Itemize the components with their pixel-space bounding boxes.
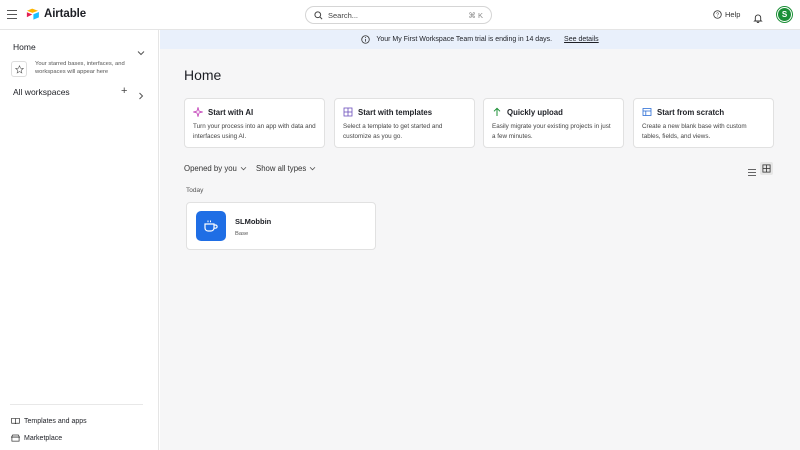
top-bar: Airtable Search... ⌘ K ? Help S <box>0 0 800 30</box>
chevron-right-icon[interactable] <box>138 87 144 105</box>
info-icon <box>361 35 370 44</box>
base-icon <box>196 211 226 241</box>
base-card[interactable]: SLMobbin Base <box>186 202 376 250</box>
book-icon <box>11 417 20 425</box>
sparkle-icon <box>193 107 203 117</box>
airtable-logo[interactable]: Airtable <box>26 8 86 20</box>
card-title: Quickly upload <box>507 107 563 117</box>
add-workspace-button[interactable]: + <box>121 85 127 97</box>
opened-by-filter[interactable]: Opened by you <box>184 164 247 173</box>
section-today-label: Today <box>186 187 204 194</box>
main-content: Your My First Workspace Team trial is en… <box>160 30 800 450</box>
chevron-down-icon <box>309 166 316 171</box>
see-details-link[interactable]: See details <box>564 36 599 43</box>
base-name: SLMobbin <box>235 217 272 226</box>
help-label: Help <box>725 10 741 19</box>
svg-text:?: ? <box>716 13 719 19</box>
search-shortcut: ⌘ K <box>468 10 483 20</box>
chevron-down-icon[interactable] <box>137 43 145 61</box>
list-view-button[interactable] <box>747 164 757 182</box>
card-description: Create a new blank base with custom tabl… <box>642 123 747 140</box>
sidebar-home[interactable]: Home <box>13 42 36 52</box>
card-description: Easily migrate your existing projects in… <box>492 123 611 140</box>
card-description: Turn your process into an app with data … <box>193 123 316 140</box>
filter-label: Show all types <box>256 164 307 173</box>
card-title: Start with templates <box>358 107 433 117</box>
card-description: Select a template to get started and cus… <box>343 123 443 140</box>
card-title: Start from scratch <box>657 107 725 117</box>
sidebar-item-label: Templates and apps <box>24 417 87 425</box>
grid-view-icon <box>762 164 771 173</box>
show-types-filter[interactable]: Show all types <box>256 164 316 173</box>
start-from-scratch-card[interactable]: Start from scratch Create a new blank ba… <box>633 98 774 148</box>
sidebar: Home Your starred bases, interfaces, and… <box>0 30 159 450</box>
grid-icon <box>343 107 353 117</box>
search-placeholder: Search... <box>328 10 359 20</box>
sidebar-item-templates[interactable]: Templates and apps <box>11 417 87 425</box>
bell-icon <box>753 14 763 23</box>
star-icon <box>11 61 27 77</box>
notifications-button[interactable] <box>753 10 763 28</box>
sidebar-all-workspaces[interactable]: All workspaces <box>13 87 70 97</box>
sidebar-divider <box>10 404 143 405</box>
coffee-cup-icon <box>204 220 218 232</box>
filter-label: Opened by you <box>184 164 237 173</box>
avatar[interactable]: S <box>777 7 792 22</box>
app-name: Airtable <box>44 8 87 20</box>
list-icon <box>748 169 756 176</box>
grid-view-button[interactable] <box>760 162 773 175</box>
starred-hint: Your starred bases, interfaces, and work… <box>35 61 125 75</box>
help-button[interactable]: ? Help <box>713 10 740 19</box>
quickly-upload-card[interactable]: Quickly upload Easily migrate your exist… <box>483 98 624 148</box>
arrow-up-icon <box>493 107 501 116</box>
base-type: Base <box>235 231 249 237</box>
start-with-ai-card[interactable]: Start with AI Turn your process into an … <box>184 98 325 148</box>
search-input[interactable]: Search... ⌘ K <box>305 6 492 24</box>
sidebar-item-label: Marketplace <box>24 434 63 442</box>
storefront-icon <box>11 434 20 442</box>
chevron-down-icon <box>240 166 247 171</box>
banner-text: Your My First Workspace Team trial is en… <box>376 36 553 43</box>
start-with-templates-card[interactable]: Start with templates Select a template t… <box>334 98 475 148</box>
table-icon <box>642 108 652 116</box>
card-title: Start with AI <box>208 107 254 117</box>
menu-icon[interactable] <box>7 10 17 19</box>
page-title: Home <box>184 67 222 83</box>
help-circle-icon: ? <box>713 10 722 19</box>
airtable-logo-icon <box>26 8 39 20</box>
trial-banner: Your My First Workspace Team trial is en… <box>160 30 800 49</box>
search-icon <box>314 10 323 19</box>
sidebar-item-marketplace[interactable]: Marketplace <box>11 434 62 442</box>
